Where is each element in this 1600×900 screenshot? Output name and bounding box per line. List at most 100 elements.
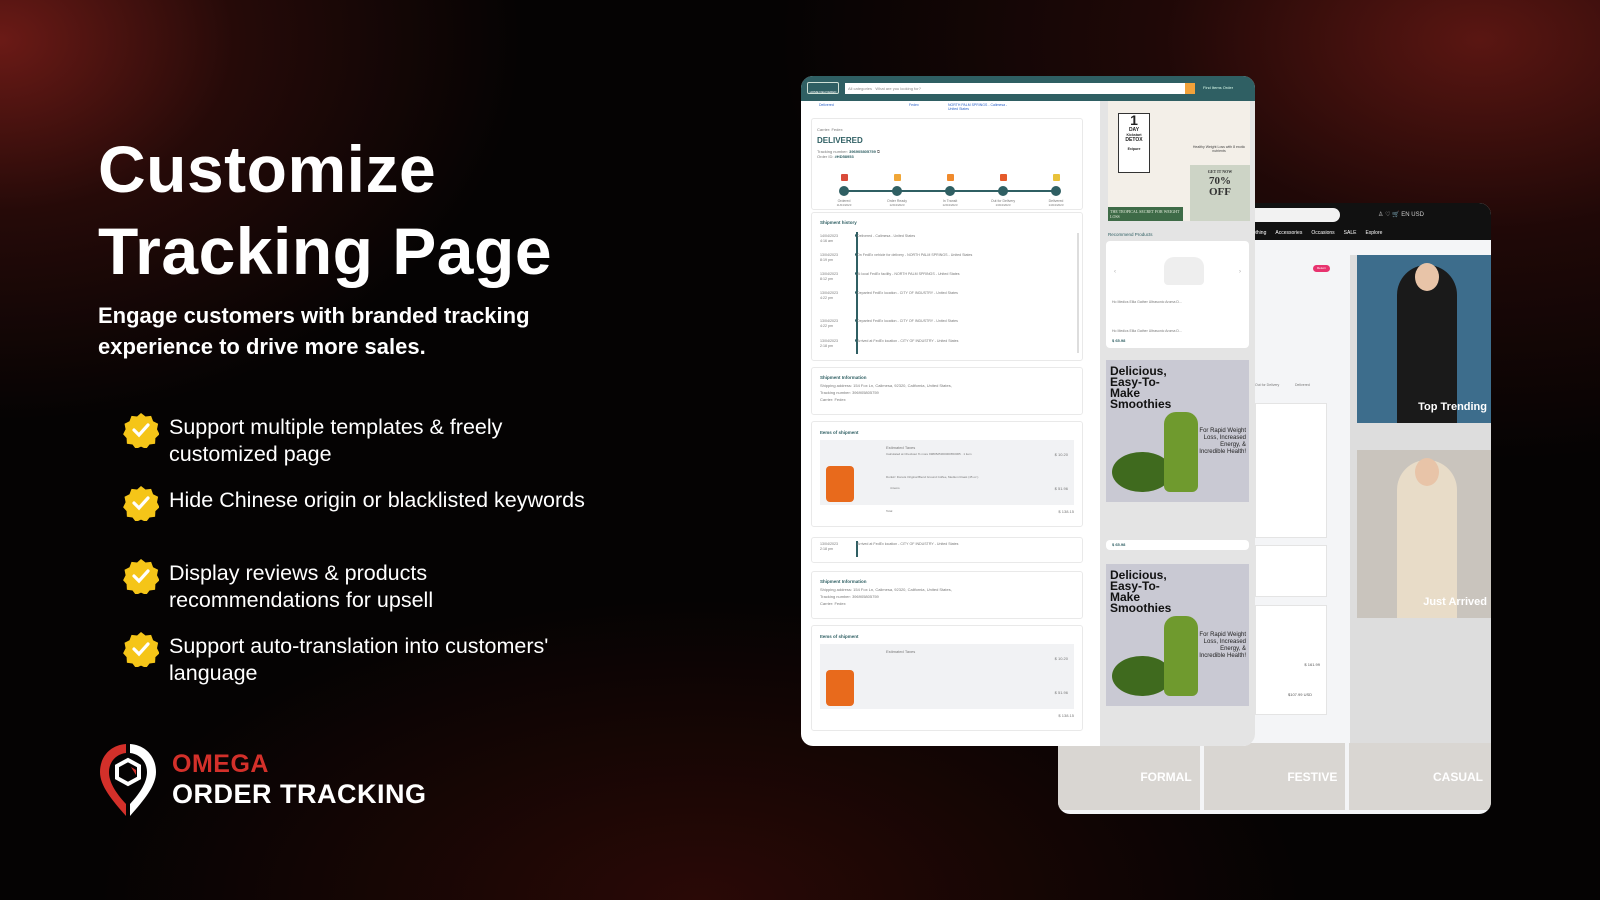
- check-badge-icon: [123, 486, 159, 521]
- search-placeholder: What are you looking for?: [875, 86, 921, 91]
- carrier-label: Carrier: Fedex: [817, 127, 843, 132]
- feature-text: Hide Chinese origin or blacklisted keywo…: [169, 488, 585, 512]
- omega-pin-logo-icon: [100, 744, 156, 816]
- kale-image: [1112, 656, 1172, 696]
- history-date: 13/04/2023 4:22 pm: [820, 291, 842, 301]
- detox-label: 1 DAY Kickstart DETOX Exipure: [1118, 113, 1150, 173]
- wishlist-icon[interactable]: ♡: [1385, 212, 1390, 218]
- product-price: $ 65.98: [1112, 338, 1126, 343]
- ad-cta: GET IT NOW: [1207, 169, 1233, 174]
- items-title: Items of shipment: [820, 634, 859, 639]
- product-name: Ho Medics Ellia Gather Ultrasonic Aroma …: [1112, 300, 1182, 304]
- back-total: $107.99 USD: [1288, 692, 1313, 697]
- detox-ad-banner[interactable]: 1 DAY Kickstart DETOX Exipure Healthy We…: [1108, 101, 1250, 221]
- hero-title: Customize Tracking Page: [98, 128, 552, 292]
- history-date: 13/04/2023 8:12 pm: [820, 272, 842, 282]
- date: 13/04/2023: [820, 319, 838, 323]
- smoothie-ad[interactable]: Delicious, Easy-To-Make Smoothies For Ra…: [1106, 360, 1249, 502]
- item-name: Estimated Taxes: [886, 649, 916, 654]
- history-event: Departed FedEx location - CITY OF INDUST…: [857, 291, 958, 295]
- language-selector[interactable]: EN: [1401, 212, 1409, 218]
- top-trending-tile[interactable]: Top Trending: [1357, 255, 1491, 423]
- recommend-title: Recommend Products: [1108, 232, 1153, 237]
- currency-selector[interactable]: USD: [1411, 212, 1424, 218]
- store-logo[interactable]: HOME DELIVERED: [807, 82, 839, 94]
- items-title: Items of shipment: [820, 430, 859, 435]
- back-step-label: Out for Delivery: [1255, 383, 1280, 387]
- history-event: Arrived at FedEx location - CITY OF INDU…: [857, 542, 959, 546]
- price-strip: $ 65.98: [1106, 540, 1249, 550]
- item-detail: 4 items: [890, 486, 900, 490]
- history-date: 13/04/2023 2:18 pm: [820, 542, 842, 552]
- info-carrier: Carrier: Fedex: [820, 397, 846, 402]
- step-dot: [1051, 186, 1061, 196]
- smoothie-title: Delicious, Easy-To-Make Smoothies: [1110, 568, 1172, 615]
- tracking-main: Delivered Fedex NORTH PALM SPRINGS - Cal…: [805, 101, 1089, 746]
- nav-explore[interactable]: Explore: [1365, 230, 1382, 236]
- history-card-repeat: 13/04/2023 2:18 pm Arrived at FedEx locati…: [811, 537, 1083, 563]
- feature-text: Support auto-translation into customers'…: [169, 634, 549, 685]
- feature-item: Support auto-translation into customers'…: [123, 632, 603, 687]
- scrollbar[interactable]: [1077, 233, 1079, 353]
- step-date: 13/04/2023: [995, 203, 1011, 207]
- info-title: Shipment Information: [820, 375, 867, 380]
- check-badge-icon: [123, 559, 159, 594]
- product-price: $ 65.98: [1112, 542, 1126, 547]
- step-dot: [839, 186, 849, 196]
- nav-occasions[interactable]: Occasions: [1311, 230, 1334, 236]
- status-heading: DELIVERED: [817, 136, 863, 145]
- history-date: 13/04/2023 2:18 pm: [820, 339, 842, 349]
- item-price: $ 10.20: [1054, 452, 1068, 457]
- order-link[interactable]: Order: [1223, 85, 1233, 90]
- time: 8:19 pm: [820, 258, 833, 262]
- back-panel: $ 161.99 $107.99 USD: [1255, 605, 1327, 715]
- search-input[interactable]: All categories What are you looking for?: [845, 83, 1185, 94]
- row-status: Delivered: [819, 103, 834, 107]
- category-casual[interactable]: CASUAL: [1349, 743, 1491, 810]
- progress-step: Order Ready 12/04/2023: [877, 174, 917, 207]
- nav-sale[interactable]: SALE: [1344, 230, 1357, 236]
- product-name: Ho Medics Ellia Gather Ultrasonic Aroma …: [1112, 329, 1182, 333]
- history-event: Delivered - Calimesa - United States: [857, 234, 916, 238]
- progress-step: Ordered 11/04/2023: [824, 174, 864, 207]
- brand-name-omega: OMEGA: [172, 750, 269, 778]
- user-icon[interactable]: ♙: [1378, 212, 1383, 218]
- find-items-link[interactable]: Find Items: [1203, 85, 1222, 90]
- coffee-product-image: [826, 670, 854, 706]
- history-date: 13/04/2023 8:19 pm: [820, 253, 842, 263]
- category-formal[interactable]: FORMAL: [1058, 743, 1200, 810]
- kale-image: [1112, 452, 1172, 492]
- model-head: [1415, 263, 1439, 291]
- nav-accessories[interactable]: Accessories: [1275, 230, 1302, 236]
- smoothie-bottle-image: [1164, 412, 1198, 492]
- step-icon: [1052, 174, 1060, 181]
- title-line-2: Tracking Page: [98, 214, 553, 288]
- step-icon: [999, 174, 1007, 181]
- step-date: 11/04/2023: [836, 203, 852, 207]
- history-date: 13/04/2023 4:22 pm: [820, 319, 842, 329]
- smoothie-ad[interactable]: Delicious, Easy-To-Make Smoothies For Ra…: [1106, 564, 1249, 706]
- row-location: NORTH PALM SPRINGS - Calimesa - United S…: [948, 103, 1008, 111]
- recommended-product-card[interactable]: ‹ › Ho Medics Ellia Gather Ultrasonic Ar…: [1106, 241, 1249, 348]
- info-tracking: Tracking number: 396905805759: [820, 390, 879, 395]
- history-event: Departed FedEx location - CITY OF INDUST…: [857, 319, 958, 323]
- category-festive[interactable]: FESTIVE: [1203, 743, 1346, 810]
- history-event: Arrived at FedEx location - CITY OF INDU…: [857, 339, 959, 343]
- tile-label: Just Arrived: [1423, 596, 1487, 608]
- time: 4:22 pm: [820, 296, 833, 300]
- category-select[interactable]: All categories: [848, 86, 872, 91]
- check-badge-icon: [123, 632, 159, 667]
- search-button[interactable]: [1185, 83, 1195, 94]
- just-arrived-tile[interactable]: Just Arrived: [1357, 450, 1491, 618]
- carousel-prev-icon[interactable]: ‹: [1114, 269, 1116, 275]
- store-header-icons: ♙ ♡ 🛒 EN USD: [1378, 211, 1424, 218]
- cart-icon[interactable]: 🛒: [1392, 212, 1399, 218]
- shipping-address: Shipping address: 154 Fox Ln, Calimesa, …: [820, 587, 952, 592]
- value: #HD58953: [834, 154, 854, 159]
- step-dot: [892, 186, 902, 196]
- copy-icon[interactable]: ⧉: [877, 149, 880, 154]
- step-date: 12/04/2023: [889, 203, 905, 207]
- carousel-next-icon[interactable]: ›: [1239, 269, 1241, 275]
- step-icon: [893, 174, 901, 181]
- back-panel: [1255, 403, 1327, 538]
